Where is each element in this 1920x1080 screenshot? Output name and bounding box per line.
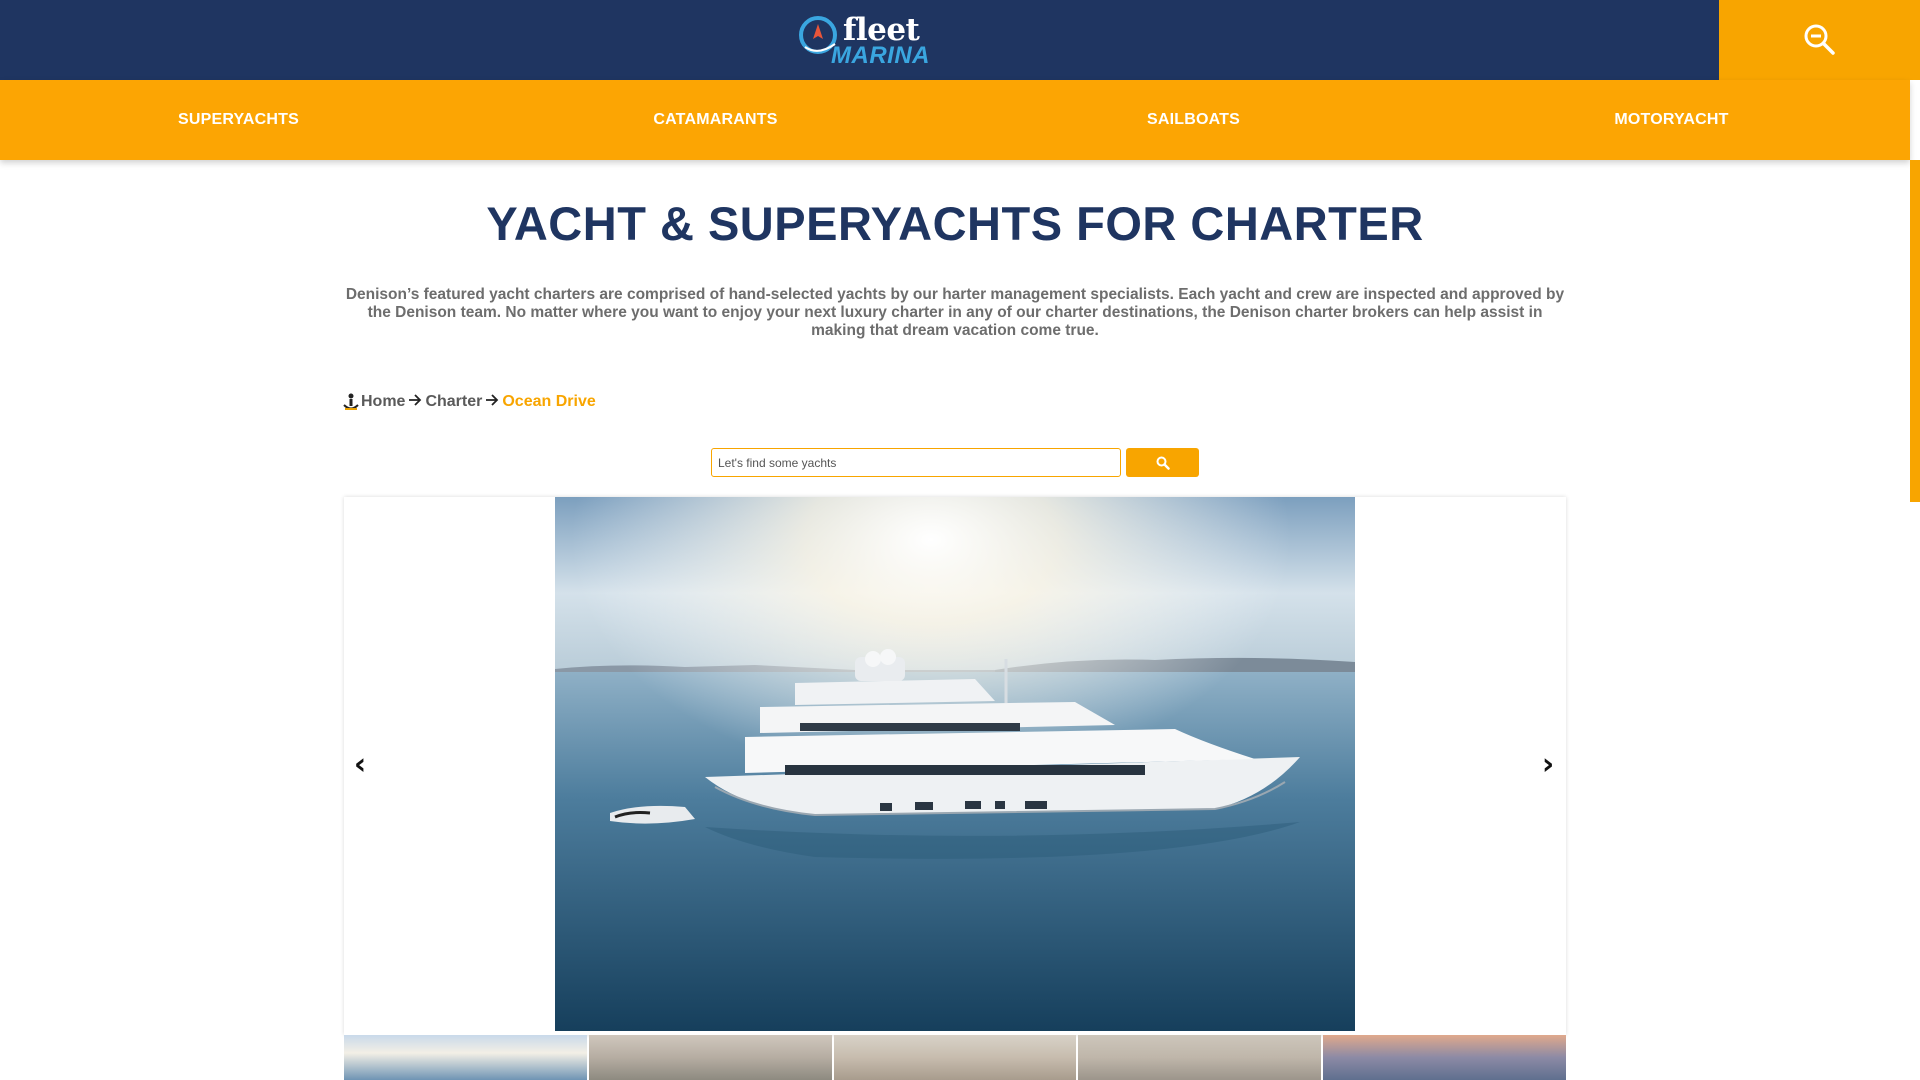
breadcrumb-arrow-icon bbox=[485, 393, 499, 411]
yacht-search-input[interactable] bbox=[711, 448, 1121, 477]
interior-salon-thumb[interactable] bbox=[588, 1035, 832, 1080]
breadcrumb-charter[interactable]: Charter bbox=[425, 393, 482, 411]
carousel-prev-button[interactable]: ‹ bbox=[346, 747, 374, 782]
sunset-sea-thumb[interactable] bbox=[344, 1035, 587, 1080]
carousel-thumbnails bbox=[344, 1035, 1566, 1080]
breadcrumb-current: Ocean Drive bbox=[502, 393, 596, 410]
breadcrumb-arrow-icon bbox=[408, 393, 422, 411]
yacht-search-button[interactable] bbox=[1126, 448, 1199, 477]
nav-item-catamarants[interactable]: CATAMARANTS bbox=[477, 80, 954, 160]
carousel-next-button[interactable]: › bbox=[1534, 747, 1562, 782]
search-icon bbox=[1156, 456, 1170, 470]
interior-lounge-thumb[interactable] bbox=[1078, 1035, 1322, 1080]
nav-item-superyachts[interactable]: SUPERYACHTS bbox=[0, 80, 477, 160]
header-search-toggle[interactable] bbox=[1719, 0, 1920, 80]
superyacht-at-sea-photo bbox=[555, 497, 1355, 1031]
nav-item-motoryacht[interactable]: MOTORYACHT bbox=[1433, 80, 1910, 160]
yacht-image-carousel: ‹ › bbox=[344, 497, 1566, 1035]
page-title: YACHT & SUPERYACHTS FOR CHARTER bbox=[486, 197, 1424, 250]
intro-paragraph: Denison’s featured yacht charters are co… bbox=[345, 286, 1565, 339]
fleet-marina-logo[interactable]: fleet MARINA bbox=[795, 10, 930, 70]
nav-item-sailboats[interactable]: SAILBOATS bbox=[955, 80, 1432, 160]
interior-deck-thumb[interactable] bbox=[833, 1035, 1077, 1080]
logo-text-marina: MARINA bbox=[831, 42, 930, 69]
breadcrumb: Home Charter Ocean Drive bbox=[343, 392, 596, 412]
main-nav: SUPERYACHTS CATAMARANTS SAILBOATS MOTORY… bbox=[0, 80, 1910, 160]
page-scrollbar-thumb[interactable] bbox=[1910, 160, 1920, 502]
breadcrumb-home[interactable]: Home bbox=[361, 393, 405, 411]
person-anchor-icon bbox=[343, 393, 359, 410]
sunset-deck-thumb[interactable] bbox=[1323, 1035, 1566, 1080]
zoom-out-magnifier-icon bbox=[1804, 24, 1835, 55]
top-header: fleet MARINA bbox=[0, 0, 1719, 80]
